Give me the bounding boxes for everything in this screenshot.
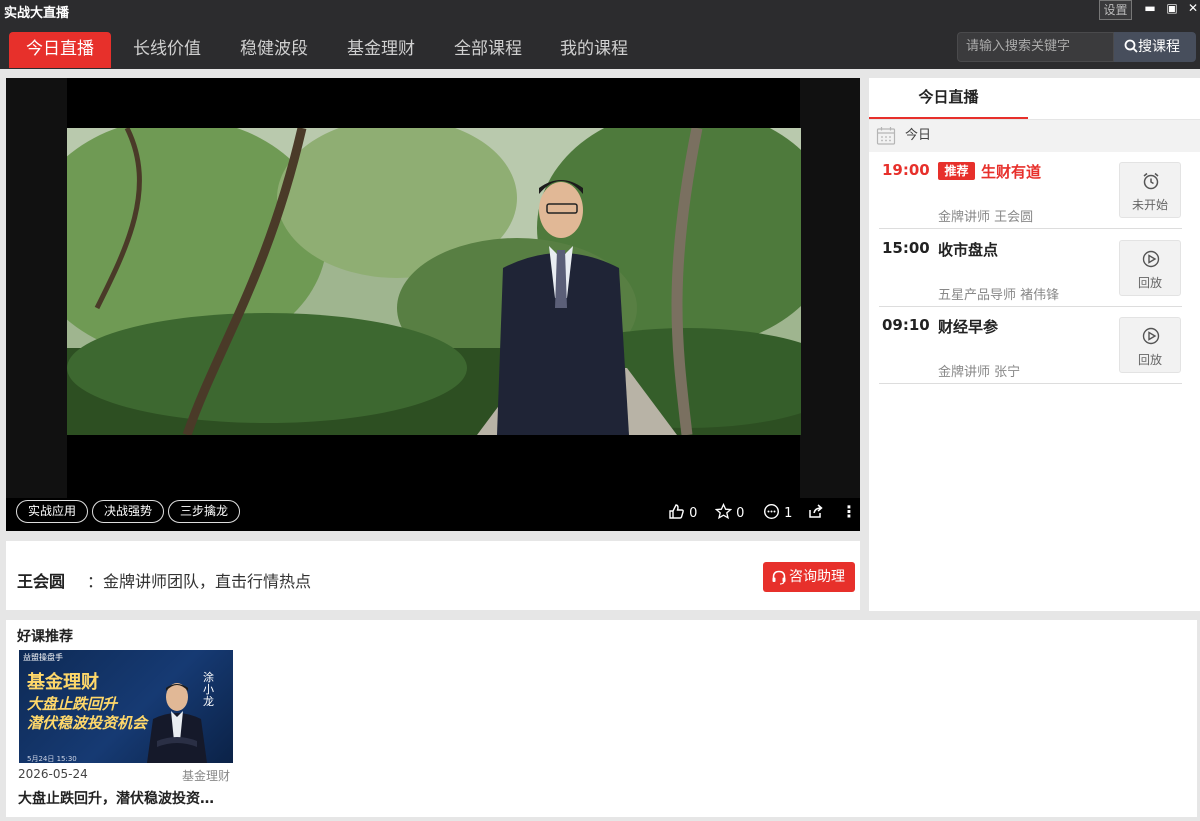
tab-my-courses[interactable]: 我的课程	[546, 32, 642, 68]
replay-button[interactable]: 回放	[1119, 240, 1181, 296]
search-button-label: 搜课程	[1138, 39, 1180, 55]
course-category: 基金理财	[182, 769, 231, 783]
course-title[interactable]: 大盘止跌回升，潜伏稳波投资…	[18, 788, 214, 808]
consult-assistant-button[interactable]: 咨询助理	[763, 562, 855, 592]
comment-button[interactable]: 1	[763, 503, 792, 521]
thumbnail-headline: 大盘止跌回升	[27, 695, 118, 713]
schedule-item[interactable]: 15:00 收市盘点 五星产品导师 褚伟锋 回放	[879, 230, 1182, 307]
maximize-icon[interactable]: ▣	[1164, 1, 1180, 15]
course-date: 2026-05-24	[18, 767, 88, 781]
schedule-title: 生财有道	[981, 163, 1042, 181]
search-icon	[1124, 39, 1138, 53]
like-count: 0	[689, 506, 698, 521]
schedule-item[interactable]: 19:00 推荐 生财有道 金牌讲师 王会圆 未开始	[879, 152, 1182, 229]
schedule-teacher: 五星产品导师 褚伟锋	[938, 288, 1060, 303]
tab-steady-swing[interactable]: 稳健波段	[226, 32, 322, 68]
consult-assistant-label: 咨询助理	[789, 569, 845, 585]
replay-button[interactable]: 回放	[1119, 317, 1181, 373]
schedule-title: 财经早参	[938, 318, 999, 336]
thumbnail-brand: 益盟操盘手	[23, 653, 63, 662]
tag-pill[interactable]: 三步擒龙	[168, 500, 240, 523]
calendar-icon	[876, 127, 896, 145]
settings-button[interactable]: 设置	[1099, 0, 1132, 20]
action-label: 回放	[1137, 353, 1162, 367]
main-nav: 今日直播 长线价值 稳健波段 基金理财 全部课程 我的课程 请输入搜索关键字 搜…	[0, 22, 1200, 69]
action-label: 回放	[1137, 276, 1162, 290]
today-date-row: 今日	[869, 120, 1200, 152]
tab-fund[interactable]: 基金理财	[333, 32, 429, 68]
player-side-panel-left	[6, 78, 67, 498]
minimize-icon[interactable]: ▬	[1142, 1, 1158, 15]
schedule-time: 09:10	[882, 316, 930, 334]
schedule-time: 15:00	[882, 239, 930, 257]
favorite-button[interactable]: 0	[714, 502, 745, 521]
schedule-time: 19:00	[882, 161, 930, 179]
lecturer-photo	[147, 683, 207, 763]
today-label: 今日	[905, 128, 932, 143]
lecturer-name: 王会圆	[17, 572, 66, 591]
action-label: 未开始	[1131, 198, 1168, 212]
search-input[interactable]: 请输入搜索关键字	[957, 32, 1114, 62]
tag-pill[interactable]: 决战强势	[92, 500, 164, 523]
recommend-badge: 推荐	[938, 162, 975, 180]
window-titlebar: 实战大直播 设置 ▬ ▣ ✕	[0, 0, 1200, 22]
lecturer-description: ：金牌讲师团队，直击行情热点	[87, 572, 312, 591]
section-title: 好课推荐	[17, 629, 73, 645]
comment-icon	[763, 503, 780, 520]
share-icon	[809, 504, 823, 518]
comment-count: 1	[784, 506, 793, 521]
tab-all-courses[interactable]: 全部课程	[440, 32, 536, 68]
video-frame[interactable]	[67, 128, 801, 435]
alarm-clock-icon	[1143, 172, 1159, 190]
play-circle-icon	[1142, 250, 1160, 268]
schedule-title: 收市盘点	[938, 241, 999, 259]
live-schedule-panel: 今日直播 今日 19:00 推荐 生财有道 金牌讲师 王会圆 未开始 15:00…	[869, 78, 1200, 611]
not-started-button[interactable]: 未开始	[1119, 162, 1181, 218]
tab-today-live[interactable]: 今日直播	[9, 32, 111, 68]
thumbnail-subheadline: 潜伏稳波投资机会	[27, 714, 148, 732]
headset-icon	[772, 570, 786, 585]
recommended-courses-panel: 好课推荐 益盟操盘手 基金理财 大盘止跌回升 潜伏稳波投资机会 涂小龙 5月24…	[6, 620, 1197, 817]
schedule-teacher: 金牌讲师 王会圆	[938, 210, 1034, 225]
search-button[interactable]: 搜课程	[1114, 32, 1196, 62]
thumbs-up-icon	[669, 504, 684, 519]
schedule-item[interactable]: 09:10 财经早参 金牌讲师 张宁 回放	[879, 307, 1182, 384]
tab-schedule-today[interactable]: 今日直播	[869, 78, 1028, 119]
video-player[interactable]: 实战应用 决战强势 三步擒龙 0 0 1 ⋮	[6, 78, 860, 531]
close-icon[interactable]: ✕	[1185, 1, 1200, 15]
favorite-count: 0	[736, 506, 745, 521]
tab-long-value[interactable]: 长线价值	[119, 32, 215, 68]
play-circle-icon	[1142, 327, 1160, 345]
share-button[interactable]	[807, 503, 824, 521]
thumbnail-title: 基金理财	[27, 672, 99, 693]
thumbnail-date: 5月24日 15:30	[27, 755, 77, 763]
course-thumbnail[interactable]: 益盟操盘手 基金理财 大盘止跌回升 潜伏稳波投资机会 涂小龙 5月24日 15:…	[19, 650, 233, 763]
more-options-icon[interactable]: ⋮	[841, 503, 857, 521]
star-icon	[714, 502, 733, 520]
player-side-panel-right	[800, 78, 860, 498]
app-title: 实战大直播	[4, 6, 70, 21]
like-button[interactable]: 0	[668, 503, 697, 521]
schedule-teacher: 金牌讲师 张宁	[938, 365, 1021, 380]
tag-pill[interactable]: 实战应用	[16, 500, 88, 523]
lecturer-info-bar: 王会圆 ：金牌讲师团队，直击行情热点 咨询助理	[6, 541, 860, 610]
video-scene-image	[67, 128, 801, 435]
